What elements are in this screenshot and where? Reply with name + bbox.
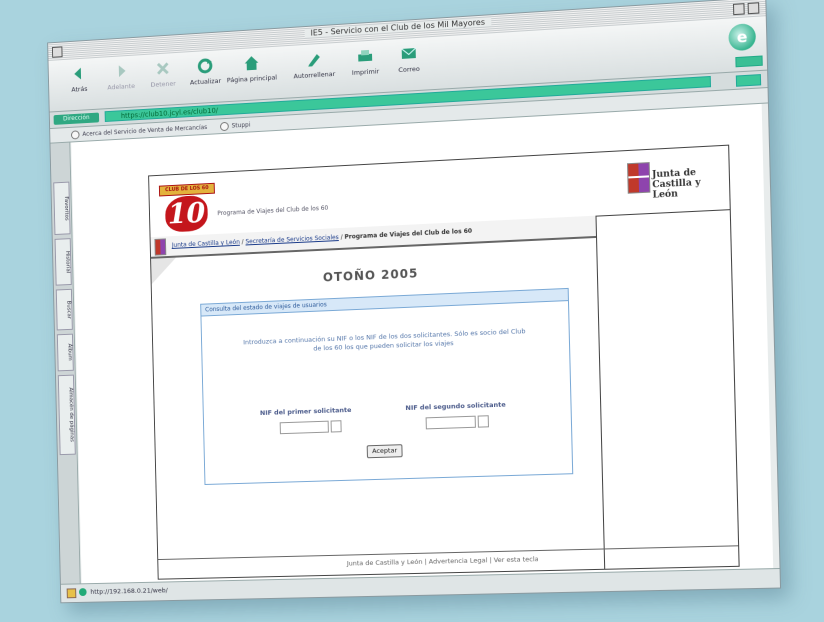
club-logo[interactable]: CLUB DE LOS 60 10 [158,177,215,235]
status-url: http://192.168.0.21/web/ [90,586,168,596]
address-label: Dirección [53,112,100,125]
autofill-button[interactable]: Autorrellenar [288,49,340,92]
refresh-icon [196,57,214,76]
home-button[interactable]: Página principal [226,53,277,96]
forward-button[interactable]: Adelante [100,61,143,103]
back-button[interactable]: Atrás [58,64,101,106]
mail-label: Correo [398,64,420,75]
screenshot-scene: IE5 - Servicio con el Club de los Mil Ma… [0,0,824,622]
club-logo-banner: CLUB DE LOS 60 [158,182,215,197]
breadcrumb-current: Programa de Viajes del Club de los 60 [344,227,473,241]
back-arrow-icon [74,67,82,80]
form-title: Consulta del estado de viajes de usuario… [201,288,568,317]
jcyl-name: Junta de Castilla y León [652,167,721,201]
print-label: Imprimir [351,67,380,77]
second-nif-letter-input[interactable] [477,415,489,428]
right-column-divider [595,215,606,569]
first-applicant-label: NIF del primer solicitante [259,405,352,418]
season-title: OTOÑO 2005 [322,266,419,285]
form-instructions: Introduzca a continuación su NIF o los N… [243,327,526,353]
ie-logo-icon: e [728,23,757,52]
lock-icon [66,588,77,599]
accept-button[interactable]: Aceptar [366,444,403,459]
close-box[interactable] [51,46,63,58]
stop-x-icon [154,59,172,78]
jcyl-line-2: Castilla y León [652,177,701,201]
autofill-label: Autorrellenar [293,69,336,81]
explorer-tab-history[interactable]: Historial [54,238,72,286]
home-icon [244,55,259,71]
back-label: Atrás [71,84,88,94]
explorer-tab-page-holder[interactable]: Almacén de páginas [57,374,76,456]
explorer-tab-search[interactable]: Buscar [55,288,73,331]
stop-button[interactable]: Detener [142,58,185,100]
breadcrumb-link-social[interactable]: Secretaría de Servicios Sociales [245,234,338,245]
refresh-button[interactable]: Actualizar [184,56,227,98]
web-page: CLUB DE LOS 60 10 Programa de Viajes del… [148,144,740,580]
page-content: CLUB DE LOS 60 10 Programa de Viajes del… [71,103,774,584]
mail-icon [401,47,416,59]
favorite-link-2-label: Stuppi [231,121,251,130]
go-button[interactable] [735,74,762,87]
first-nif-letter-input[interactable] [330,420,342,433]
toolbar-collapse-tab[interactable] [735,55,763,68]
zoom-box[interactable] [747,2,760,15]
forward-label: Adelante [107,82,136,92]
collapse-box[interactable] [732,3,745,16]
browser-window: IE5 - Servicio con el Club de los Mil Ma… [47,0,782,604]
explorer-tab-album[interactable]: Álbum [56,333,74,372]
forward-arrow-icon [118,64,126,78]
first-nif-input[interactable] [279,420,329,435]
print-button[interactable]: Imprimir [343,46,387,88]
globe-icon [219,121,229,132]
internet-zone-icon [78,588,87,597]
refresh-label: Actualizar [189,76,222,87]
stop-label: Detener [150,79,176,89]
club-logo-number: 10 [164,195,209,233]
second-nif-input[interactable] [425,415,476,430]
program-caption: Programa de Viajes del Club de los 60 [217,204,329,218]
jcyl-crest-icon [627,162,651,194]
second-applicant-label: NIF del segundo solicitante [405,400,506,413]
mail-button[interactable]: Correo [387,43,432,86]
favorite-link-2[interactable]: Stuppi [219,121,251,132]
crest-icon [154,238,167,256]
home-label: Página principal [226,73,278,85]
breadcrumb-link-jcyl[interactable]: Junta de Castilla y León [172,239,240,249]
jcyl-logo[interactable]: Junta de Castilla y León [627,156,721,202]
globe-icon [70,130,80,140]
pencil-icon [307,53,321,67]
printer-icon [358,49,373,62]
explorer-tab-favorites[interactable]: Favoritos [53,181,71,236]
nif-query-form: Consulta del estado de viajes de usuario… [200,287,574,485]
